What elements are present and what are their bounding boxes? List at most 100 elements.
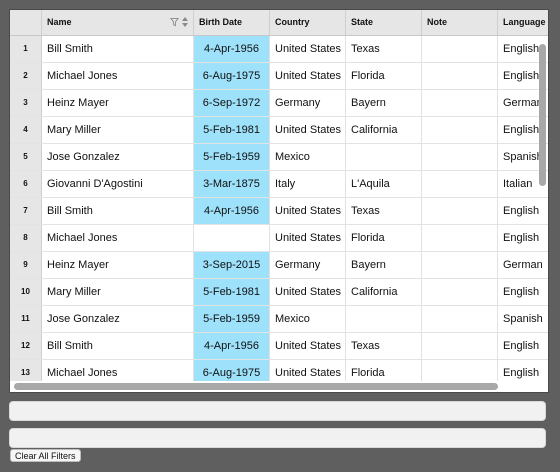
cell-name[interactable]: Giovanni D'Agostini [42,171,194,197]
cell-state[interactable]: Florida [346,225,422,251]
column-header-state[interactable]: State [346,10,422,35]
cell-name[interactable]: Mary Miller [42,279,194,305]
cell-birth-date[interactable] [194,225,270,251]
cell-state[interactable] [346,144,422,170]
cell-note[interactable] [422,333,498,359]
cell-name[interactable]: Michael Jones [42,225,194,251]
cell-state[interactable]: Texas [346,36,422,62]
column-header-note[interactable]: Note [422,10,498,35]
cell-state[interactable]: Texas [346,333,422,359]
cell-name[interactable]: Jose Gonzalez [42,306,194,332]
table-row[interactable]: 11 Jose Gonzalez 5-Feb-1959 Mexico Spanish [10,306,548,333]
horizontal-scrollbar[interactable] [14,383,498,390]
filter-input-1[interactable] [9,401,546,421]
table-row[interactable]: 8 Michael Jones United States Florida Englis… [10,225,548,252]
cell-language[interactable]: English [498,333,548,359]
cell-country[interactable]: United States [270,36,346,62]
cell-name[interactable]: Michael Jones [42,63,194,89]
cell-name[interactable]: Bill Smith [42,36,194,62]
cell-name[interactable]: Heinz Mayer [42,90,194,116]
cell-note[interactable] [422,171,498,197]
filter-input-2[interactable] [9,428,546,448]
cell-language[interactable]: English [498,279,548,305]
cell-note[interactable] [422,360,498,381]
cell-state[interactable]: Bayern [346,252,422,278]
sort-updown-icon[interactable] [182,17,188,27]
cell-birth-date[interactable]: 6-Sep-1972 [194,90,270,116]
column-header-birth-date[interactable]: Birth Date [194,10,270,35]
cell-birth-date[interactable]: 5-Feb-1959 [194,144,270,170]
cell-birth-date[interactable]: 5-Feb-1981 [194,117,270,143]
cell-country[interactable]: United States [270,225,346,251]
cell-note[interactable] [422,306,498,332]
table-row[interactable]: 12 Bill Smith 4-Apr-1956 United States Texas… [10,333,548,360]
cell-language[interactable]: German [498,252,548,278]
table-row[interactable]: 3 Heinz Mayer 6-Sep-1972 Germany Bayern Germa… [10,90,548,117]
cell-note[interactable] [422,198,498,224]
cell-birth-date[interactable]: 4-Apr-1956 [194,333,270,359]
cell-state[interactable]: Bayern [346,90,422,116]
cell-name[interactable]: Jose Gonzalez [42,144,194,170]
cell-state[interactable]: Florida [346,63,422,89]
vertical-scrollbar[interactable] [539,44,546,186]
funnel-icon[interactable] [170,17,179,27]
column-header-language[interactable]: Language [498,10,548,35]
table-row[interactable]: 10 Mary Miller 5-Feb-1981 United States Cali… [10,279,548,306]
cell-state[interactable] [346,306,422,332]
cell-name[interactable]: Michael Jones [42,360,194,381]
table-row[interactable]: 9 Heinz Mayer 3-Sep-2015 Germany Bayern Germa… [10,252,548,279]
cell-note[interactable] [422,252,498,278]
cell-state[interactable]: L'Aquila [346,171,422,197]
cell-name[interactable]: Heinz Mayer [42,252,194,278]
cell-country[interactable]: Germany [270,252,346,278]
table-row[interactable]: 6 Giovanni D'Agostini 3-Mar-1875 Italy L'Aqu… [10,171,548,198]
table-row[interactable]: 1 Bill Smith 4-Apr-1956 United States Texas E… [10,36,548,63]
cell-country[interactable]: Mexico [270,306,346,332]
clear-all-filters-button[interactable]: Clear All Filters [10,449,81,462]
cell-note[interactable] [422,225,498,251]
cell-birth-date[interactable]: 6-Aug-1975 [194,63,270,89]
cell-birth-date[interactable]: 5-Feb-1981 [194,279,270,305]
cell-language[interactable]: English [498,198,548,224]
cell-note[interactable] [422,279,498,305]
cell-name[interactable]: Mary Miller [42,117,194,143]
cell-language[interactable]: English [498,225,548,251]
cell-country[interactable]: Italy [270,171,346,197]
table-row[interactable]: 4 Mary Miller 5-Feb-1981 United States Calif… [10,117,548,144]
cell-birth-date[interactable]: 6-Aug-1975 [194,360,270,381]
cell-language[interactable]: English [498,360,548,381]
table-row[interactable]: 2 Michael Jones 6-Aug-1975 United States Flo… [10,63,548,90]
cell-country[interactable]: Mexico [270,144,346,170]
column-header-name[interactable]: Name [42,10,194,35]
cell-language[interactable]: Spanish [498,306,548,332]
cell-note[interactable] [422,63,498,89]
cell-country[interactable]: United States [270,198,346,224]
cell-name[interactable]: Bill Smith [42,333,194,359]
table-row[interactable]: 13 Michael Jones 6-Aug-1975 United States Fl… [10,360,548,381]
table-row[interactable]: 7 Bill Smith 4-Apr-1956 United States Texas E… [10,198,548,225]
cell-country[interactable]: United States [270,63,346,89]
cell-country[interactable]: United States [270,279,346,305]
cell-country[interactable]: Germany [270,90,346,116]
cell-state[interactable]: Florida [346,360,422,381]
table-row[interactable]: 5 Jose Gonzalez 5-Feb-1959 Mexico Spanish [10,144,548,171]
cell-country[interactable]: United States [270,360,346,381]
cell-birth-date[interactable]: 3-Sep-2015 [194,252,270,278]
cell-country[interactable]: United States [270,333,346,359]
cell-birth-date[interactable]: 3-Mar-1875 [194,171,270,197]
row-number: 4 [10,117,42,143]
cell-birth-date[interactable]: 4-Apr-1956 [194,36,270,62]
cell-state[interactable]: California [346,117,422,143]
cell-birth-date[interactable]: 4-Apr-1956 [194,198,270,224]
cell-note[interactable] [422,117,498,143]
cell-birth-date[interactable]: 5-Feb-1959 [194,306,270,332]
cell-state[interactable]: Texas [346,198,422,224]
cell-country[interactable]: United States [270,117,346,143]
row-number-header [10,10,42,35]
cell-note[interactable] [422,90,498,116]
cell-name[interactable]: Bill Smith [42,198,194,224]
cell-note[interactable] [422,36,498,62]
column-header-country[interactable]: Country [270,10,346,35]
cell-state[interactable]: California [346,279,422,305]
cell-note[interactable] [422,144,498,170]
